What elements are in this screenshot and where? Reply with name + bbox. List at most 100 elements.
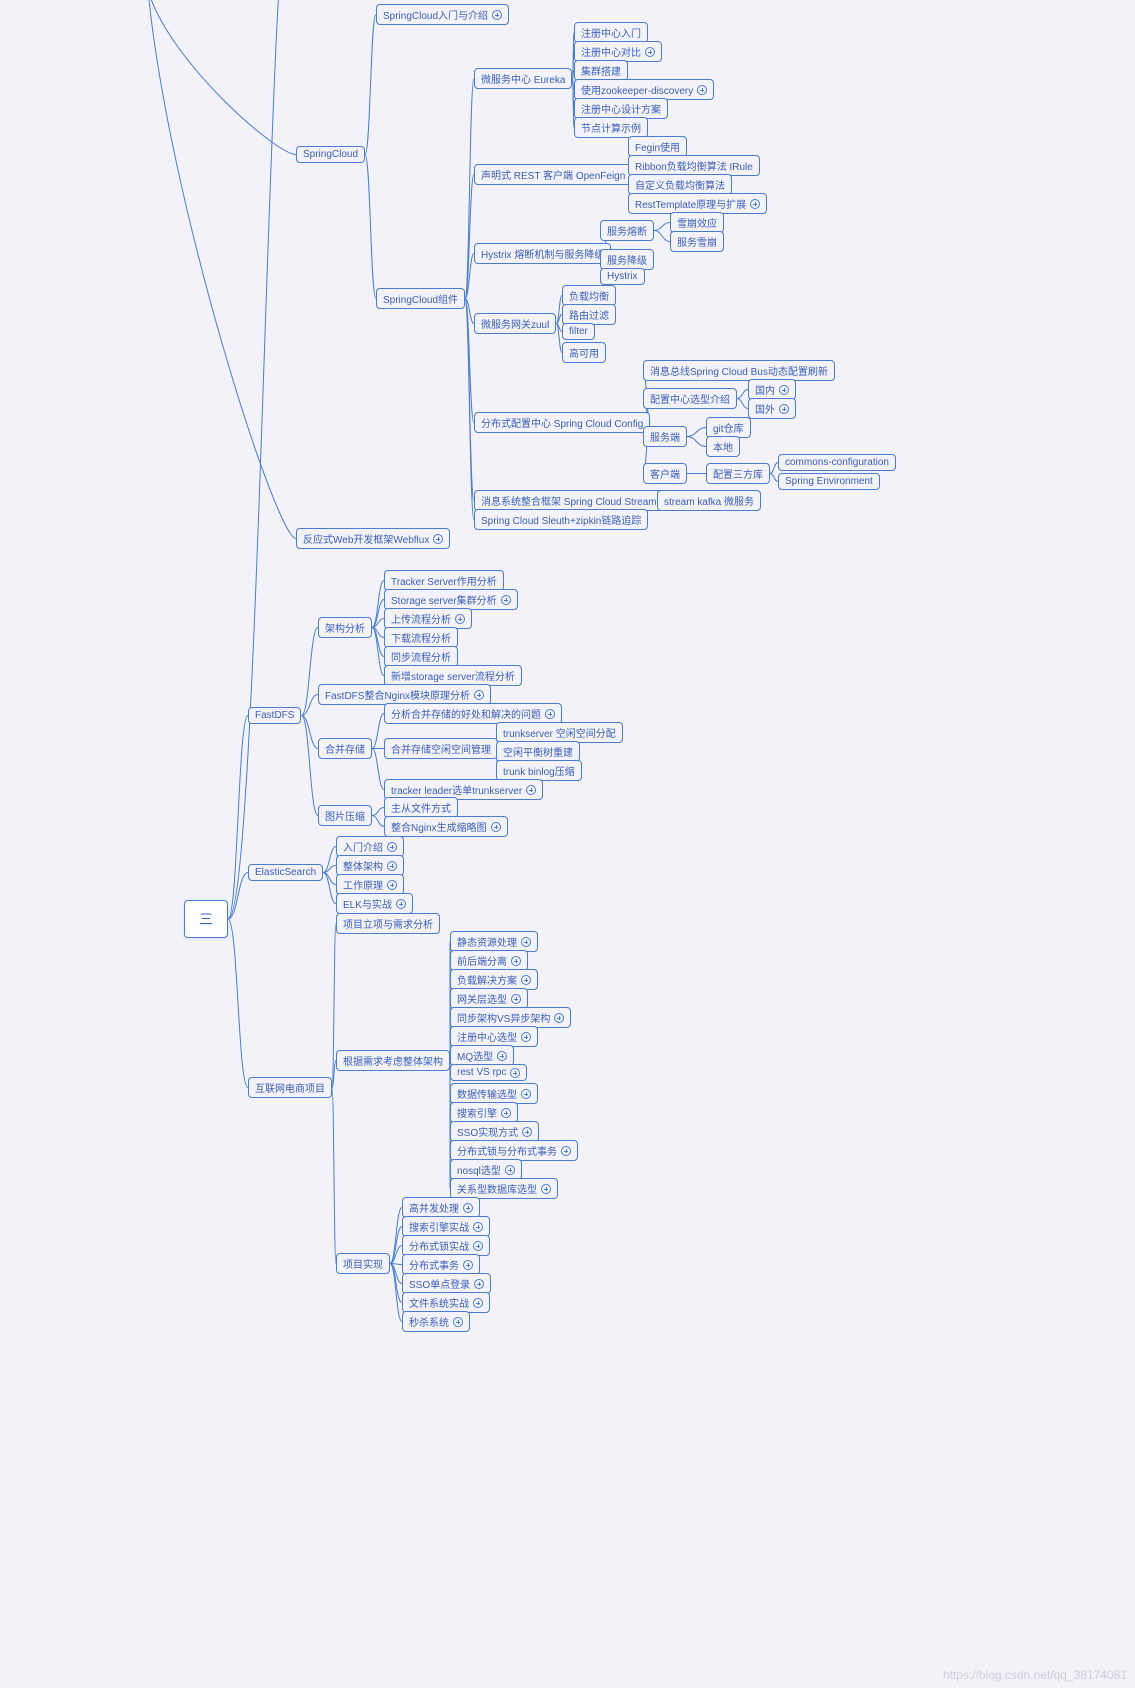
node-zuul[interactable]: 微服务网关zuul xyxy=(474,313,556,334)
node-seckill[interactable]: 秒杀系统 xyxy=(402,1311,470,1332)
expand-icon[interactable] xyxy=(473,1298,483,1308)
node-local[interactable]: 本地 xyxy=(706,436,740,457)
node-nginx-thumb[interactable]: 整合Nginx生成缩略图 xyxy=(384,816,508,837)
node-elasticsearch[interactable]: ElasticSearch xyxy=(248,864,323,881)
node-fastdfs[interactable]: FastDFS xyxy=(248,707,301,724)
node-storage-server[interactable]: Storage server集群分析 xyxy=(384,589,518,610)
node-rest-rpc[interactable]: rest VS rpc xyxy=(450,1064,527,1081)
node-new-storage[interactable]: 新增storage server流程分析 xyxy=(384,665,522,686)
expand-icon[interactable] xyxy=(750,199,760,209)
node-route-filter[interactable]: 路由过滤 xyxy=(562,304,616,325)
expand-icon[interactable] xyxy=(511,994,521,1004)
node-data-trans[interactable]: 数据传输选型 xyxy=(450,1083,538,1104)
node-space-mgmt[interactable]: 合并存储空闲空间管理 xyxy=(384,738,498,759)
node-hystrix[interactable]: Hystrix xyxy=(600,268,645,285)
node-elk[interactable]: ELK与实战 xyxy=(336,893,413,914)
expand-icon[interactable] xyxy=(779,404,789,414)
expand-icon[interactable] xyxy=(511,956,521,966)
node-es-principle[interactable]: 工作原理 xyxy=(336,874,404,895)
node-reg-compare[interactable]: 注册中心对比 xyxy=(574,41,662,62)
expand-icon[interactable] xyxy=(387,842,397,852)
node-rdb-sel[interactable]: 关系型数据库选型 xyxy=(450,1178,558,1199)
node-ha[interactable]: 高可用 xyxy=(562,342,606,363)
node-hystrix-mech[interactable]: Hystrix 熔断机制与服务降级 xyxy=(474,243,611,264)
node-third-lib[interactable]: 配置三方库 xyxy=(706,463,770,484)
node-service-avalanche[interactable]: 服务雪崩 xyxy=(670,231,724,252)
expand-icon[interactable] xyxy=(501,595,511,605)
node-downgrade[interactable]: 服务降级 xyxy=(600,249,654,270)
node-ecom[interactable]: 互联网电商项目 xyxy=(248,1077,332,1098)
expand-icon[interactable] xyxy=(463,1260,473,1270)
node-reg-design[interactable]: 注册中心设计方案 xyxy=(574,98,668,119)
node-es-intro[interactable]: 入门介绍 xyxy=(336,836,404,857)
node-trunkserver[interactable]: trunkserver 空闲空间分配 xyxy=(496,722,623,743)
node-frontend-sep[interactable]: 前后端分离 xyxy=(450,950,528,971)
node-sync-async[interactable]: 同步架构VS异步架构 xyxy=(450,1007,571,1028)
expand-icon[interactable] xyxy=(501,1108,511,1118)
node-springcloud[interactable]: SpringCloud xyxy=(296,146,365,163)
expand-icon[interactable] xyxy=(697,85,707,95)
expand-icon[interactable] xyxy=(645,47,655,57)
node-sso-impl[interactable]: SSO实现方式 xyxy=(450,1121,539,1142)
node-stream-detail[interactable]: stream kafka 微服务 xyxy=(657,490,761,511)
node-feign-use[interactable]: Fegin使用 xyxy=(628,136,687,157)
node-req-analysis[interactable]: 项目立项与需求分析 xyxy=(336,913,440,934)
node-sso-login[interactable]: SSO单点登录 xyxy=(402,1273,491,1294)
node-mq-sel[interactable]: MQ选型 xyxy=(450,1045,514,1066)
node-merge-storage[interactable]: 合并存储 xyxy=(318,738,372,759)
expand-icon[interactable] xyxy=(455,614,465,624)
node-arch-analysis[interactable]: 架构分析 xyxy=(318,617,372,638)
node-reg-intro[interactable]: 注册中心入门 xyxy=(574,22,648,43)
node-springcloud-components[interactable]: SpringCloud组件 xyxy=(376,288,465,309)
node-es-arch[interactable]: 整体架构 xyxy=(336,855,404,876)
node-filter[interactable]: filter xyxy=(562,323,595,340)
node-node-calc[interactable]: 节点计算示例 xyxy=(574,117,648,138)
node-server-side[interactable]: 服务端 xyxy=(643,426,687,447)
expand-icon[interactable] xyxy=(522,1127,532,1137)
node-img-compress[interactable]: 图片压缩 xyxy=(318,805,372,826)
node-zookeeper[interactable]: 使用zookeeper-discovery xyxy=(574,79,714,100)
node-proj-impl[interactable]: 项目实现 xyxy=(336,1253,390,1274)
node-sleuth[interactable]: Spring Cloud Sleuth+zipkin链路追踪 xyxy=(474,509,648,530)
node-nosql-sel[interactable]: nosql选型 xyxy=(450,1159,522,1180)
root-node[interactable]: 三 xyxy=(184,900,228,938)
node-search-engine[interactable]: 搜索引擎 xyxy=(450,1102,518,1123)
expand-icon[interactable] xyxy=(453,1317,463,1327)
node-client-side[interactable]: 客户端 xyxy=(643,463,687,484)
expand-icon[interactable] xyxy=(521,975,531,985)
node-webflux[interactable]: 反应式Web开发框架Webflux xyxy=(296,528,450,549)
node-stream[interactable]: 消息系统整合框架 Spring Cloud Stream xyxy=(474,490,664,511)
expand-icon[interactable] xyxy=(521,1032,531,1042)
expand-icon[interactable] xyxy=(433,534,443,544)
expand-icon[interactable] xyxy=(521,937,531,947)
node-fs-practice[interactable]: 文件系统实战 xyxy=(402,1292,490,1313)
node-gateway-sel[interactable]: 网关层选型 xyxy=(450,988,528,1009)
node-git-repo[interactable]: git仓库 xyxy=(706,417,751,438)
expand-icon[interactable] xyxy=(510,1068,520,1078)
expand-icon[interactable] xyxy=(387,880,397,890)
node-foreign[interactable]: 国外 xyxy=(748,398,796,419)
node-springcloud-intro[interactable]: SpringCloud入门与介绍 xyxy=(376,4,509,25)
expand-icon[interactable] xyxy=(561,1146,571,1156)
node-commons-config[interactable]: commons-configuration xyxy=(778,454,896,471)
expand-icon[interactable] xyxy=(387,861,397,871)
node-resttemplate[interactable]: RestTemplate原理与扩展 xyxy=(628,193,767,214)
node-avalanche[interactable]: 雪崩效应 xyxy=(670,212,724,233)
node-master-slave[interactable]: 主从文件方式 xyxy=(384,797,458,818)
expand-icon[interactable] xyxy=(396,899,406,909)
node-ribbon[interactable]: Ribbon负载均衡算法 IRule xyxy=(628,155,760,176)
node-custom-lb[interactable]: 自定义负载均衡算法 xyxy=(628,174,732,195)
node-reg-sel[interactable]: 注册中心选型 xyxy=(450,1026,538,1047)
expand-icon[interactable] xyxy=(473,1241,483,1251)
expand-icon[interactable] xyxy=(463,1203,473,1213)
node-eureka[interactable]: 微服务中心 Eureka xyxy=(474,68,572,89)
node-lb-solution[interactable]: 负载解决方案 xyxy=(450,969,538,990)
node-merge-analysis[interactable]: 分析合并存储的好处和解决的问题 xyxy=(384,703,562,724)
node-config-sel[interactable]: 配置中心选型介绍 xyxy=(643,388,737,409)
expand-icon[interactable] xyxy=(521,1089,531,1099)
node-overall-arch[interactable]: 根据需求考虑整体架构 xyxy=(336,1050,450,1071)
expand-icon[interactable] xyxy=(541,1184,551,1194)
node-upload[interactable]: 上传流程分析 xyxy=(384,608,472,629)
node-spring-env[interactable]: Spring Environment xyxy=(778,473,880,490)
expand-icon[interactable] xyxy=(497,1051,507,1061)
